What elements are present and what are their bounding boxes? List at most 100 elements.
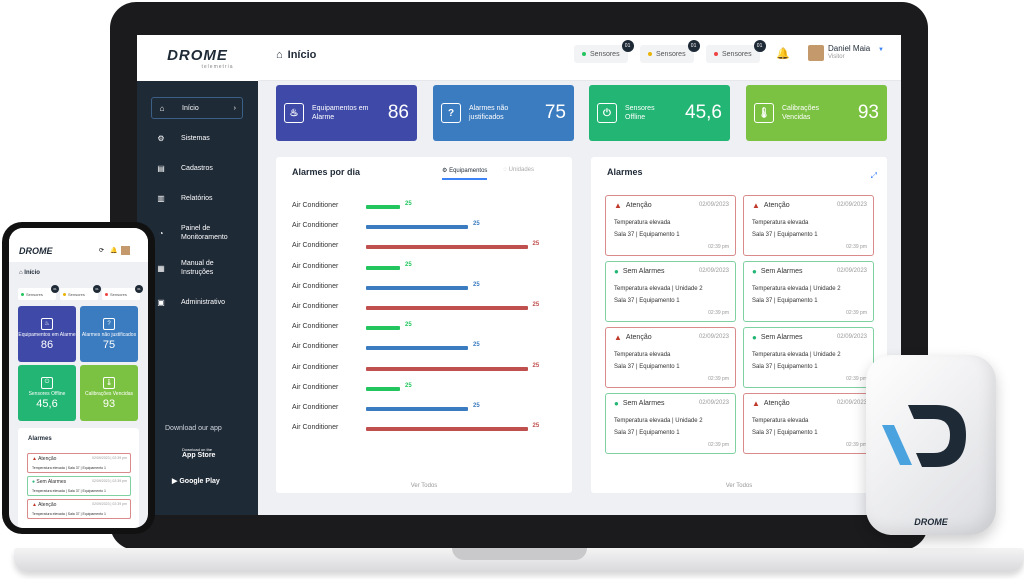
alarm-card[interactable]: ▲ Atenção 02/09/2023 Temperatura elevada Sal…	[743, 195, 874, 256]
alarm-line: Temperatura elevada | Sala 37 | Equipame…	[32, 489, 107, 493]
bar-label: Air Conditioner	[292, 404, 339, 411]
tab-unidades[interactable]: ◌ Unidades	[503, 167, 534, 180]
chip-badge: 01	[51, 285, 59, 293]
phone-logo: DROME	[19, 246, 53, 256]
phone-sensor-chip[interactable]: Sensores 01	[60, 285, 101, 300]
app-store-button[interactable]: Download on the App Store	[172, 447, 215, 459]
avatar[interactable]	[808, 45, 824, 61]
alarm-status-text: Atenção	[763, 202, 790, 209]
bar-row: Air Conditioner 25	[292, 282, 562, 294]
google-play-button[interactable]: ▶ Google Play	[172, 477, 220, 485]
alarm-line1: Temperatura elevada	[614, 352, 671, 358]
alarm-time: 02:39 pm	[846, 310, 867, 316]
play-icon: ▶	[172, 478, 178, 485]
refresh-icon[interactable]: ⟳	[99, 247, 104, 254]
red-dot-icon	[714, 52, 718, 56]
bar-value: 25	[532, 423, 540, 430]
check-icon: ●	[614, 267, 619, 276]
phone-stat-equipamentos[interactable]: ♨ Equipamentos em Alarme 86	[18, 306, 76, 362]
alarm-card[interactable]: ▲ Atenção 02/09/2023 Temperatura elevada Sal…	[605, 327, 736, 388]
sidebar-item-inicio[interactable]: ⌂ Início ›	[151, 97, 243, 119]
user-name[interactable]: Daniel Maia	[828, 44, 870, 53]
sidebar-item-painel[interactable]: ◔ Painel de Monitoramento	[151, 222, 243, 244]
alarm-card[interactable]: ▲ Atenção 02/09/2023 Temperatura elevada Sal…	[743, 393, 874, 454]
bar-row: Air Conditioner 25	[292, 423, 562, 435]
bell-icon[interactable]: 🔔	[776, 47, 790, 60]
stat-sensores-offline[interactable]: ⏻ Sensores Offline 45,6	[589, 85, 730, 141]
chip-badge: 01	[621, 40, 634, 52]
alarm-status-text: Atenção	[625, 334, 652, 341]
chip-badge: 01	[753, 40, 766, 52]
bar-row: Air Conditioner 25	[292, 363, 562, 375]
alarm-line1: Temperatura elevada | Unidade 2	[614, 286, 703, 292]
dot-icon	[63, 292, 66, 296]
alarmes-por-dia-panel: Alarmes por dia ⚙ Equipamentos ◌ Unidade…	[276, 157, 572, 493]
top-bar: ⌂ Início Sensores 01 Sensores 01 Sensores 01…	[258, 35, 901, 81]
alarm-card[interactable]: ▲ Atenção 02/09/2023 Temperatura elevada Sal…	[605, 195, 736, 256]
sidebar-item-administrativo[interactable]: ▣ Administrativo	[151, 291, 243, 313]
panel-title: Alarmes	[28, 436, 52, 442]
alarm-time: 02:39 pm	[708, 244, 729, 250]
alarm-status: ● Sem Alarmes	[752, 267, 802, 276]
warning-icon: ▲	[614, 201, 622, 210]
stat-calibracoes-vencidas[interactable]: 🌡 Calibrações Vencidas 93	[746, 85, 887, 141]
sidebar-item-label: Cadastros	[181, 164, 213, 172]
sidebar-item-relatorios[interactable]: ▥ Relatórios	[151, 187, 243, 209]
chevron-down-icon[interactable]: ▼	[878, 47, 884, 53]
phone-alarm-card[interactable]: ▲ Atenção 02/09/2023 | 02:39 pm Temperatur…	[27, 499, 131, 519]
bar	[366, 285, 468, 290]
alarm-date: 02/09/2023	[836, 268, 867, 274]
ver-todos-link[interactable]: Ver Todos	[276, 483, 572, 489]
phone-sensor-chip[interactable]: Sensores 01	[102, 285, 143, 300]
alarm-time: 02:39 pm	[846, 376, 867, 382]
alarm-line2: Sala 37 | Equipamento 1	[752, 364, 818, 370]
alarm-card[interactable]: ● Sem Alarmes 02/09/2023 Temperatura elevad…	[743, 327, 874, 388]
alarm-status-text: Atenção	[763, 400, 790, 407]
bar	[366, 265, 400, 270]
phone-alarm-card[interactable]: ● Sem Alarmes 02/09/2023 | 02:39 pm Temper…	[27, 476, 131, 496]
avatar[interactable]	[121, 246, 130, 255]
alarm-time: 02:39 pm	[708, 376, 729, 382]
alarm-date: 02/09/2023	[698, 268, 729, 274]
alarm-card[interactable]: ● Sem Alarmes 02/09/2023 Temperatura elevad…	[605, 261, 736, 322]
sidebar-item-sistemas[interactable]: ⚙ Sistemas	[151, 127, 243, 149]
chip-label: Sensores	[26, 291, 43, 297]
alarm-line2: Sala 37 | Equipamento 1	[614, 298, 680, 304]
check-icon: ●	[614, 399, 619, 408]
chip-label: Sensores	[656, 50, 686, 58]
panel-title: Alarmes	[607, 167, 643, 177]
phone-stat-sensores[interactable]: ⏻ Sensores Offline 45,6	[18, 365, 76, 421]
phone-stat-calibracoes[interactable]: 🌡 Calibrações Vencidas 93	[80, 365, 138, 421]
alarm-card[interactable]: ● Sem Alarmes 02/09/2023 Temperatura elevad…	[605, 393, 736, 454]
stat-label: Alarmes não justificados	[469, 105, 509, 121]
chip-label: Sensores	[722, 50, 752, 58]
phone-stat-alarmes[interactable]: ? Alarmes não justificados 75	[80, 306, 138, 362]
chevron-right-icon: ›	[233, 104, 236, 112]
alarm-status: ● Sem Alarmes	[614, 267, 664, 276]
sidebar-item-cadastros[interactable]: ▤ Cadastros	[151, 157, 243, 179]
drome-device: DROME	[866, 355, 996, 535]
stat-alarmes-nao-justificados[interactable]: ? Alarmes não justificados 75	[433, 85, 574, 141]
gear-icon: ⚙	[442, 168, 448, 174]
alarm-date: 02/09/2023	[836, 400, 867, 406]
phone-screen: DROME ⟳ 🔔 ⌂ Início Sensores 01 Sensores 01 S…	[9, 228, 148, 528]
stat-value: 93	[857, 102, 879, 123]
bar	[366, 407, 468, 411]
warning-icon: ▲	[614, 333, 622, 342]
thermometer-icon: 🌡	[754, 103, 774, 123]
alarm-line2: Sala 37 | Equipamento 1	[614, 232, 680, 238]
expand-icon[interactable]: ⤢	[871, 171, 877, 181]
phone-alarm-card[interactable]: ▲ Atenção 02/09/2023 | 02:39 pm Temperatur…	[27, 453, 131, 473]
sensor-chip-red[interactable]: Sensores 01	[706, 40, 766, 63]
tab-equipamentos[interactable]: ⚙ Equipamentos	[442, 167, 488, 180]
ver-todos-link[interactable]: Ver Todos	[591, 483, 887, 489]
stat-equipamentos-alarme[interactable]: ♨ Equipamentos em Alarme 86	[276, 85, 417, 141]
sensor-chip-green[interactable]: Sensores 01	[574, 40, 634, 63]
bell-icon[interactable]: 🔔	[110, 247, 117, 254]
sensor-chip-yellow[interactable]: Sensores 01	[640, 40, 700, 63]
phone-sensor-chip[interactable]: Sensores 01	[18, 285, 59, 300]
alarm-card[interactable]: ● Sem Alarmes 02/09/2023 Temperatura elevad…	[743, 261, 874, 322]
app-store-label: App Store	[182, 452, 216, 459]
sidebar-item-manual[interactable]: ▦ Manual de Instruções	[151, 257, 243, 279]
alarm-status-text: Sem Alarmes	[36, 479, 67, 485]
